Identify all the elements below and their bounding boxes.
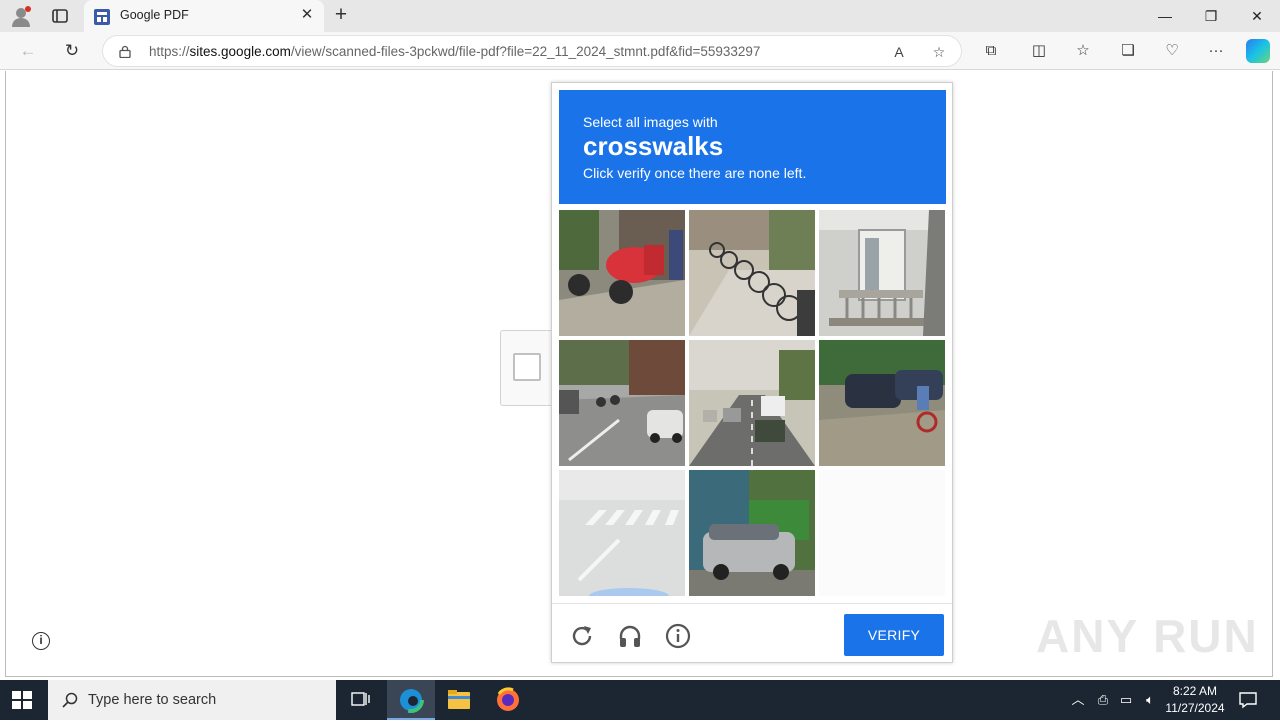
captcha-tile-8[interactable]	[689, 470, 815, 596]
tray-device-icon[interactable]: ⎙	[1093, 690, 1113, 710]
extensions-icon[interactable]: ⧉	[980, 41, 1002, 61]
captcha-tile-3[interactable]	[819, 210, 945, 336]
taskbar-search[interactable]: Type here to search	[48, 680, 336, 720]
captcha-tile-5[interactable]	[689, 340, 815, 466]
minivan-image	[689, 470, 815, 596]
captcha-tile-1[interactable]	[559, 210, 685, 336]
instruction-text: Select all images with	[583, 114, 718, 130]
collections-icon[interactable]: ❏	[1117, 41, 1139, 61]
captcha-tile-7[interactable]	[559, 470, 685, 596]
balcony-image	[819, 210, 945, 336]
task-view-icon[interactable]	[336, 680, 384, 720]
crosswalk-image	[559, 470, 685, 596]
favorite-star-icon[interactable]: ☆	[929, 42, 949, 62]
copilot-icon[interactable]	[1246, 39, 1270, 63]
notification-icon[interactable]	[1238, 690, 1258, 710]
edge-taskbar-icon[interactable]	[387, 680, 435, 720]
road-traffic-image	[689, 340, 815, 466]
browser-toolbar: ← ↻ https://sites.google.com/view/scanne…	[0, 32, 1280, 70]
close-window-button[interactable]: ✕	[1234, 0, 1280, 32]
url-host: sites.google.com	[189, 44, 291, 59]
captcha-tile-6[interactable]	[819, 340, 945, 466]
restore-button[interactable]: ❐	[1188, 0, 1234, 32]
tab-title: Google PDF	[120, 8, 189, 22]
google-sites-favicon-icon	[94, 9, 110, 25]
street-scooters-image	[559, 340, 685, 466]
address-bar[interactable]: https://sites.google.com/view/scanned-fi…	[102, 35, 962, 67]
firefox-icon[interactable]	[484, 680, 532, 720]
tab-actions-icon[interactable]	[50, 6, 70, 26]
instruction-subtext: Click verify once there are none left.	[583, 165, 807, 181]
search-placeholder: Type here to search	[88, 692, 217, 708]
anyrun-watermark: ANY RUN	[1036, 610, 1259, 662]
clock-time: 8:22 AM	[1172, 684, 1218, 698]
volume-icon[interactable]: 🔈︎	[1140, 690, 1160, 710]
url-path: /view/scanned-files-3pckwd/file-pdf?file…	[290, 44, 761, 59]
scooter-image	[559, 210, 685, 336]
tray-chevron-icon[interactable]: ︿	[1068, 690, 1088, 710]
favorites-icon[interactable]: ☆	[1072, 41, 1094, 61]
tab-close-icon[interactable]: ✕	[298, 6, 316, 24]
profile-icon[interactable]	[10, 5, 32, 27]
page-info-icon[interactable]: i	[32, 632, 50, 650]
search-icon	[62, 692, 78, 708]
info-icon[interactable]	[665, 623, 691, 649]
captcha-tile-9-empty[interactable]	[819, 470, 945, 596]
refresh-button[interactable]: ↻	[60, 40, 84, 62]
more-menu-icon[interactable]: ···	[1205, 41, 1227, 61]
taskbar-clock[interactable]: 8:22 AM 11/27/2024	[1164, 683, 1226, 717]
recaptcha-checkbox[interactable]	[513, 353, 541, 381]
file-explorer-icon[interactable]	[435, 680, 483, 720]
captcha-challenge: Select all images with crosswalks Click …	[551, 82, 953, 663]
minimize-button[interactable]: —	[1142, 0, 1188, 32]
lock-icon[interactable]	[119, 45, 131, 59]
target-keyword: crosswalks	[583, 131, 724, 161]
windows-taskbar: Type here to search ︿ ⎙ ▭ 🔈︎ 8:22 AM 11/…	[0, 680, 1280, 720]
parked-cars-image	[819, 340, 945, 466]
browser-tab[interactable]: Google PDF ✕	[84, 0, 324, 32]
url-scheme: https://	[149, 44, 190, 59]
captcha-header: Select all images with crosswalks Click …	[559, 90, 946, 204]
back-button[interactable]: ←	[16, 40, 40, 62]
bicycles-image	[689, 210, 815, 336]
captcha-tile-4[interactable]	[559, 340, 685, 466]
windows-start-icon[interactable]	[12, 691, 32, 709]
url-text[interactable]: https://sites.google.com/view/scanned-fi…	[149, 44, 760, 59]
audio-challenge-icon[interactable]	[617, 623, 643, 649]
browser-essentials-icon[interactable]: ♡	[1161, 41, 1183, 61]
captcha-footer: VERIFY	[552, 603, 952, 663]
read-aloud-icon[interactable]: A	[889, 42, 909, 62]
split-screen-icon[interactable]: ◫	[1028, 41, 1050, 61]
captcha-tile-2[interactable]	[689, 210, 815, 336]
clock-date: 11/27/2024	[1165, 701, 1225, 715]
network-icon[interactable]: ▭	[1116, 690, 1136, 710]
verify-button[interactable]: VERIFY	[844, 614, 944, 656]
browser-titlebar: Google PDF ✕ + — ❐ ✕	[0, 0, 1280, 32]
reload-challenge-icon[interactable]	[569, 623, 595, 649]
new-tab-button[interactable]: +	[330, 4, 352, 27]
